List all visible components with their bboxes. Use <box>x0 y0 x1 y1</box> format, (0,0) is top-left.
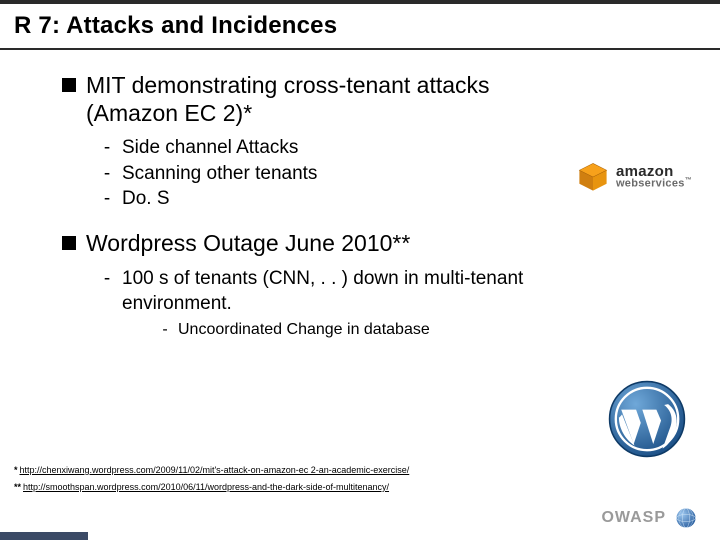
dash-icon: - <box>102 135 112 161</box>
globe-icon <box>674 506 698 530</box>
sub-item-text: Scanning other tenants <box>122 161 317 187</box>
ref2-label: ** <box>14 479 21 496</box>
sublist-2: -100 s of tenants (CNN, . . ) down in mu… <box>102 266 676 339</box>
slide-title: R 7: Attacks and Incidences <box>14 12 706 40</box>
dash-icon: - <box>102 161 112 187</box>
wordpress-logo-icon <box>608 380 686 458</box>
bullet-item-1: MIT demonstrating cross-tenant attacks (… <box>62 72 676 127</box>
sub-item: -100 s of tenants (CNN, . . ) down in mu… <box>102 266 676 317</box>
owasp-label: OWASP <box>601 509 666 527</box>
reference-2: **http://smoothspan.wordpress.com/2010/0… <box>14 479 409 496</box>
sub-item-text: Side channel Attacks <box>122 135 298 161</box>
sub-sublist: -Uncoordinated Change in database <box>160 321 676 339</box>
content-area: MIT demonstrating cross-tenant attacks (… <box>0 50 720 339</box>
aws-line2: webservices™ <box>616 178 692 189</box>
bullet-item-2: Wordpress Outage June 2010** <box>62 230 676 258</box>
aws-logo: amazon webservices™ <box>576 160 692 194</box>
sub-sub-item-text: Uncoordinated Change in database <box>178 321 430 339</box>
sub-item-text: 100 s of tenants (CNN, . . ) down in mul… <box>122 266 552 317</box>
sub-item: -Side channel Attacks <box>102 135 676 161</box>
square-bullet-icon <box>62 78 76 92</box>
footer-brand: OWASP <box>601 506 698 530</box>
aws-tm: ™ <box>685 177 692 184</box>
square-bullet-icon <box>62 236 76 250</box>
title-bar: R 7: Attacks and Incidences <box>0 0 720 46</box>
sub-sub-item: -Uncoordinated Change in database <box>160 321 676 339</box>
slide: R 7: Attacks and Incidences MIT demonstr… <box>0 0 720 540</box>
ref1-label: * <box>14 462 18 479</box>
dash-icon: - <box>102 266 112 317</box>
dash-icon: - <box>102 186 112 212</box>
ref1-link[interactable]: http://chenxiwang.wordpress.com/2009/11/… <box>20 465 410 475</box>
ref2-link[interactable]: http://smoothspan.wordpress.com/2010/06/… <box>23 482 389 492</box>
references: *http://chenxiwang.wordpress.com/2009/11… <box>14 462 409 496</box>
bullet-2-text: Wordpress Outage June 2010** <box>86 230 410 258</box>
bullet-1-text: MIT demonstrating cross-tenant attacks (… <box>86 72 506 127</box>
aws-wordmark: amazon webservices™ <box>616 165 692 188</box>
bottom-accent-bar <box>0 532 88 540</box>
reference-1: *http://chenxiwang.wordpress.com/2009/11… <box>14 462 409 479</box>
dash-icon: - <box>160 321 170 339</box>
sub-item-text: Do. S <box>122 186 170 212</box>
aws-cube-icon <box>576 160 610 194</box>
